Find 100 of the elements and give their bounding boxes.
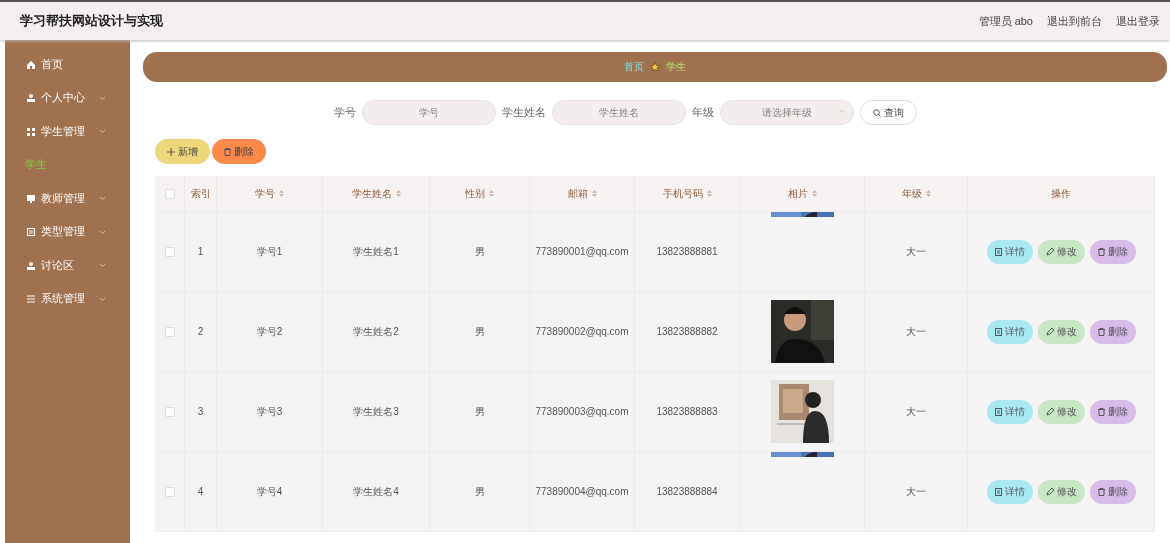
delete-button[interactable]: 删除 [1089, 319, 1136, 344]
table-cell: 773890001@qq.com [535, 246, 629, 257]
chevron-down-icon [838, 109, 846, 114]
document-icon [994, 327, 1002, 336]
checkbox[interactable] [164, 406, 175, 417]
column-header: 手机号码 [662, 186, 703, 201]
table-cell: 大一 [906, 244, 926, 259]
trash-icon [1097, 487, 1105, 496]
column-header: 年级 [901, 186, 922, 201]
column-header: 操作 [1051, 186, 1071, 201]
details-button[interactable]: 详情 [986, 319, 1033, 344]
trash-icon [1097, 247, 1105, 256]
user-icon [27, 261, 35, 270]
search-icon [872, 108, 881, 117]
table-cell: 13823888884 [656, 486, 718, 497]
table-cell: 学生姓名1 [353, 244, 399, 259]
table-cell: 3 [197, 406, 204, 417]
grid-icon [27, 127, 35, 136]
table-cell: 学生姓名3 [353, 404, 399, 419]
table-cell: 13823888881 [656, 246, 718, 257]
search-button[interactable]: 查询 [859, 100, 917, 125]
table-cell: 大一 [906, 404, 926, 419]
pencil-icon [1045, 487, 1054, 496]
sidebar-item[interactable]: 类型管理 [5, 215, 130, 249]
sidebar-item[interactable]: 系统管理 [5, 282, 130, 316]
header-link[interactable]: 管理员 abo [978, 13, 1033, 29]
checkbox[interactable] [164, 326, 175, 337]
details-button[interactable]: 详情 [986, 239, 1033, 264]
field-label: 年级 [691, 105, 714, 120]
home-icon [27, 60, 35, 69]
checkbox[interactable] [164, 246, 175, 257]
chevron-down-icon [99, 229, 106, 235]
column-header: 相片 [787, 186, 808, 201]
table-cell: 男 [474, 324, 485, 339]
chevron-down-icon [99, 95, 106, 101]
table-cell: 13823888882 [656, 326, 718, 337]
table-cell: 1 [197, 246, 204, 257]
column-header: 邮箱 [567, 186, 588, 201]
document-icon [994, 487, 1002, 496]
table-cell: 学号1 [256, 244, 283, 259]
table-cell: 男 [474, 484, 485, 499]
sidebar-item[interactable]: 讨论区 [5, 249, 130, 283]
delete-button[interactable]: 删除 [1089, 239, 1136, 264]
edit-button[interactable]: 修改 [1037, 479, 1085, 504]
edit-button[interactable]: 修改 [1037, 399, 1085, 424]
table-cell: 学号4 [256, 484, 283, 499]
column-header: 学号 [255, 186, 275, 201]
edit-button[interactable]: 修改 [1037, 319, 1085, 344]
select-field[interactable]: 请选择年级 [719, 100, 854, 125]
column-header: 性别 [465, 186, 485, 201]
document-icon [27, 228, 35, 237]
table-cell: 4 [197, 486, 204, 497]
delete-button[interactable]: 删除 [1089, 399, 1136, 424]
add-button[interactable]: 新增 [155, 139, 210, 164]
input-field[interactable]: 学生姓名 [551, 100, 686, 125]
table-cell: 男 [474, 244, 485, 259]
trash-icon [1097, 327, 1105, 336]
sidebar-item[interactable]: 个人中心 [5, 81, 130, 115]
table-cell: 学号2 [256, 324, 283, 339]
document-icon [994, 247, 1002, 256]
table-cell: 男 [474, 404, 485, 419]
delete-button[interactable]: 删除 [1089, 479, 1136, 504]
delete-button[interactable]: 删除 [212, 139, 266, 164]
details-button[interactable]: 详情 [986, 399, 1033, 424]
chevron-down-icon [99, 263, 106, 269]
trash-icon [224, 147, 231, 156]
trash-icon [1097, 407, 1105, 416]
header-link[interactable]: 退出登录 [1116, 13, 1160, 29]
input-field[interactable]: 学号 [361, 100, 496, 125]
pencil-icon [1045, 407, 1054, 416]
sidebar-item[interactable]: 首页 [5, 48, 130, 82]
sort-icon [706, 190, 712, 197]
sidebar-item[interactable]: 教师管理 [5, 182, 130, 216]
chevron-down-icon [99, 129, 106, 135]
table-cell: 2 [197, 326, 204, 337]
table-cell: 773890004@qq.com [535, 486, 629, 497]
breadcrumb-link[interactable]: 首页 [624, 60, 644, 74]
chevron-down-icon [99, 296, 106, 302]
checkbox[interactable] [164, 486, 175, 497]
table-cell: 学号3 [256, 404, 283, 419]
chevron-down-icon [99, 196, 106, 202]
site-title: 学习帮扶网站设计与实现 [20, 12, 163, 30]
details-button[interactable]: 详情 [986, 479, 1033, 504]
sidebar-item[interactable]: 学生管理 [5, 115, 130, 149]
pencil-icon [1045, 327, 1054, 336]
header-link[interactable]: 退出到前台 [1047, 13, 1102, 29]
sort-icon [591, 190, 597, 197]
table-cell: 大一 [906, 484, 926, 499]
monitor-icon [27, 194, 35, 203]
column-header: 索引 [190, 186, 211, 201]
table-cell: 773890003@qq.com [535, 406, 629, 417]
checkbox[interactable] [164, 188, 175, 199]
menu-icon [27, 295, 35, 304]
sort-icon [395, 190, 401, 197]
star-icon [650, 62, 660, 72]
table-cell: 学生姓名2 [353, 324, 399, 339]
edit-button[interactable]: 修改 [1037, 239, 1085, 264]
breadcrumb-link[interactable]: 学生 [666, 60, 686, 74]
document-icon [994, 407, 1002, 416]
field-label: 学号 [333, 105, 356, 120]
